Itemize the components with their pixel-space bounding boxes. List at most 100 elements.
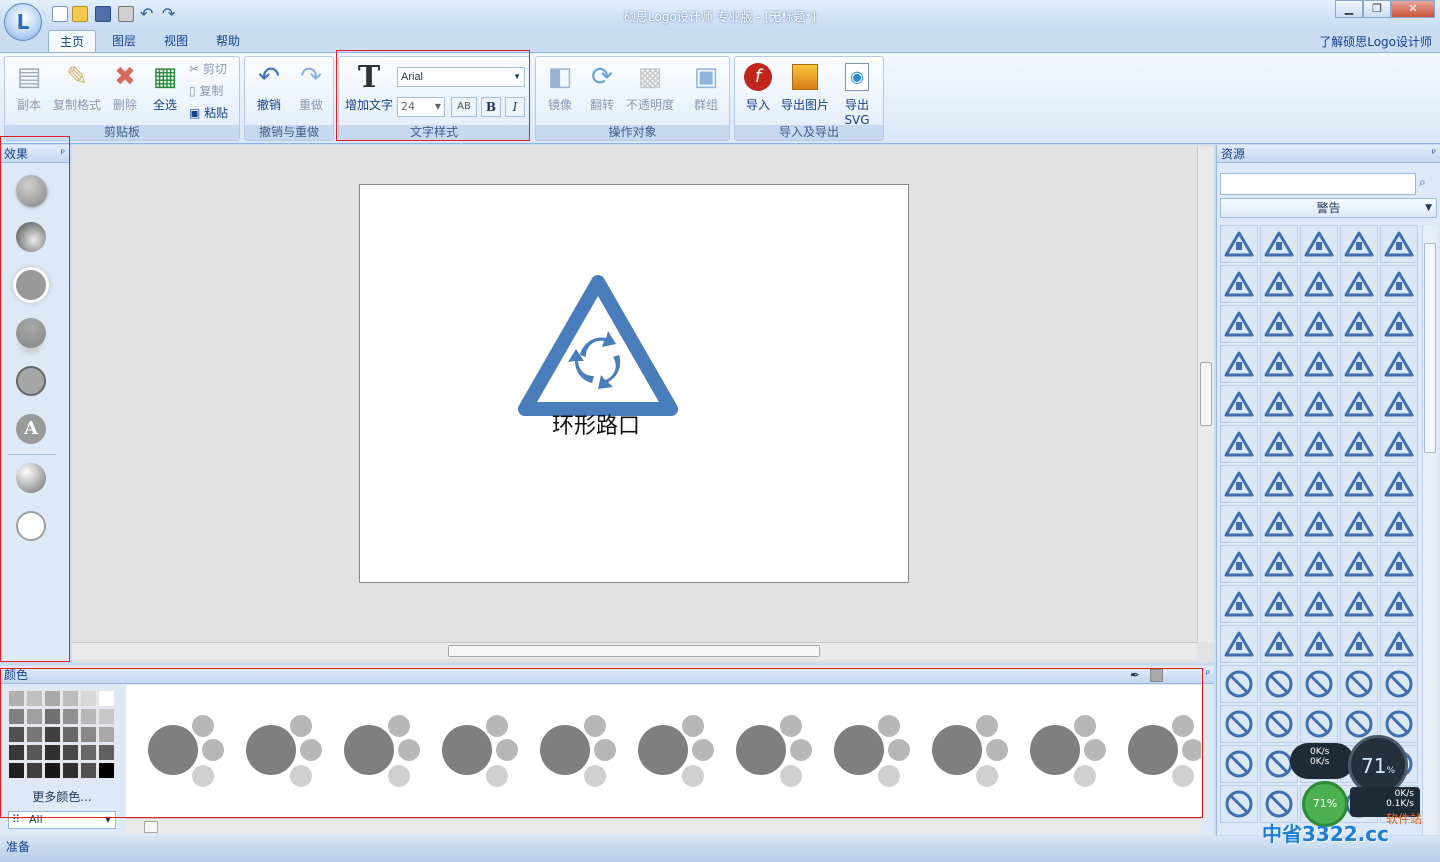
gray-swatch[interactable]: [62, 762, 79, 779]
resource-item[interactable]: [1260, 385, 1298, 423]
font-size-select[interactable]: 24 ▼: [397, 97, 445, 117]
resource-item[interactable]: [1220, 545, 1258, 583]
scroll-thumb[interactable]: [448, 645, 820, 657]
resource-item[interactable]: [1300, 345, 1338, 383]
resource-item[interactable]: [1340, 505, 1378, 543]
resource-item[interactable]: [1260, 665, 1298, 703]
tab-help[interactable]: 帮助: [204, 30, 252, 52]
resource-item[interactable]: [1220, 345, 1258, 383]
resource-item[interactable]: [1380, 265, 1418, 303]
color-scheme-item[interactable]: [246, 715, 326, 790]
font-family-select[interactable]: Arial ▼: [397, 67, 525, 87]
resource-item[interactable]: [1340, 345, 1378, 383]
gray-swatch[interactable]: [98, 762, 115, 779]
gray-swatch[interactable]: [98, 726, 115, 743]
delete-button[interactable]: ✖ 删除: [107, 61, 143, 113]
resource-item[interactable]: [1300, 425, 1338, 463]
resource-item[interactable]: [1260, 305, 1298, 343]
resource-item[interactable]: [1380, 305, 1418, 343]
effect-stroke[interactable]: [16, 366, 46, 396]
undo-button[interactable]: ↶ 撤销: [251, 61, 287, 113]
mirror-button[interactable]: ◧ 镜像: [540, 61, 580, 113]
resource-item[interactable]: [1340, 625, 1378, 663]
gray-swatch[interactable]: [80, 690, 97, 707]
resource-item[interactable]: [1220, 785, 1258, 823]
gray-swatch[interactable]: [26, 762, 43, 779]
resource-item[interactable]: [1340, 665, 1378, 703]
gray-swatch[interactable]: [44, 762, 61, 779]
gray-swatch[interactable]: [98, 690, 115, 707]
import-button[interactable]: f 导入: [739, 61, 777, 113]
gray-swatch[interactable]: [8, 744, 25, 761]
resource-item[interactable]: [1260, 465, 1298, 503]
resource-item[interactable]: [1300, 545, 1338, 583]
resource-item[interactable]: [1220, 425, 1258, 463]
color-scheme-item[interactable]: [344, 715, 424, 790]
pin-icon[interactable]: ᵖ: [1432, 145, 1436, 163]
add-text-button[interactable]: T 增加文字: [343, 60, 395, 113]
resource-item[interactable]: [1380, 625, 1418, 663]
canvas-page[interactable]: 环形路口: [359, 184, 909, 583]
gray-swatch[interactable]: [62, 690, 79, 707]
search-icon[interactable]: ⌕: [1419, 175, 1426, 190]
gray-swatch[interactable]: [8, 690, 25, 707]
resource-item[interactable]: [1260, 505, 1298, 543]
maximize-button[interactable]: ❐: [1363, 0, 1391, 18]
resource-item[interactable]: [1260, 225, 1298, 263]
scroll-thumb[interactable]: [144, 821, 158, 833]
gray-swatch[interactable]: [26, 744, 43, 761]
resource-item[interactable]: [1260, 345, 1298, 383]
color-scheme-item[interactable]: [1030, 715, 1110, 790]
resource-item[interactable]: [1300, 225, 1338, 263]
gray-swatch[interactable]: [80, 726, 97, 743]
scroll-thumb[interactable]: [1424, 243, 1436, 453]
color-scheme-item[interactable]: [638, 715, 718, 790]
char-spacing-button[interactable]: AB: [451, 97, 477, 117]
resource-item[interactable]: [1300, 585, 1338, 623]
resource-item[interactable]: [1380, 505, 1418, 543]
gray-swatch[interactable]: [8, 762, 25, 779]
color-scheme-item[interactable]: [1128, 715, 1201, 790]
resource-item[interactable]: [1380, 545, 1418, 583]
group-button[interactable]: ▣ 群组: [686, 61, 726, 113]
color-scheme-item[interactable]: [540, 715, 620, 790]
resource-item[interactable]: [1340, 225, 1378, 263]
gray-swatch[interactable]: [62, 726, 79, 743]
about-link[interactable]: 了解硕思Logo设计师: [1319, 33, 1432, 50]
resource-item[interactable]: [1340, 265, 1378, 303]
resource-search-input[interactable]: [1220, 173, 1416, 195]
export-svg-button[interactable]: ◉ 导出SVG: [833, 61, 881, 127]
paste-button[interactable]: ▣ 粘贴: [189, 103, 228, 123]
more-colors-button[interactable]: 更多颜色...: [8, 788, 116, 805]
resource-item[interactable]: [1260, 265, 1298, 303]
color-scheme-scrollbar[interactable]: [126, 818, 1201, 834]
resource-item[interactable]: [1220, 585, 1258, 623]
gray-swatch[interactable]: [8, 726, 25, 743]
palette-filter-select[interactable]: ⠿ All ▼: [8, 811, 116, 829]
application-menu-button[interactable]: L: [4, 3, 42, 41]
duplicate-button[interactable]: ▤ 副本: [11, 61, 47, 113]
resource-item[interactable]: [1380, 425, 1418, 463]
resource-item[interactable]: [1340, 465, 1378, 503]
gray-swatch[interactable]: [26, 690, 43, 707]
logo-text[interactable]: 环形路口: [552, 414, 640, 439]
effect-glow[interactable]: [16, 270, 46, 300]
resource-item[interactable]: [1300, 305, 1338, 343]
gray-swatch[interactable]: [62, 744, 79, 761]
resource-item[interactable]: [1340, 425, 1378, 463]
effect-inner-shadow[interactable]: [16, 222, 46, 252]
gray-swatch[interactable]: [8, 708, 25, 725]
tab-layers[interactable]: 图层: [100, 30, 148, 52]
gray-swatch[interactable]: [44, 744, 61, 761]
logo-graphic[interactable]: 环形路口: [360, 185, 910, 584]
resource-item[interactable]: [1220, 385, 1258, 423]
resource-item[interactable]: [1380, 225, 1418, 263]
resource-item[interactable]: [1340, 545, 1378, 583]
color-scheme-item[interactable]: [148, 715, 228, 790]
resource-item[interactable]: [1260, 625, 1298, 663]
color-scheme-item[interactable]: [834, 715, 914, 790]
resource-item[interactable]: [1220, 225, 1258, 263]
resource-item[interactable]: [1260, 545, 1298, 583]
gray-swatch[interactable]: [26, 726, 43, 743]
opacity-button[interactable]: ▩ 不透明度: [624, 61, 676, 113]
